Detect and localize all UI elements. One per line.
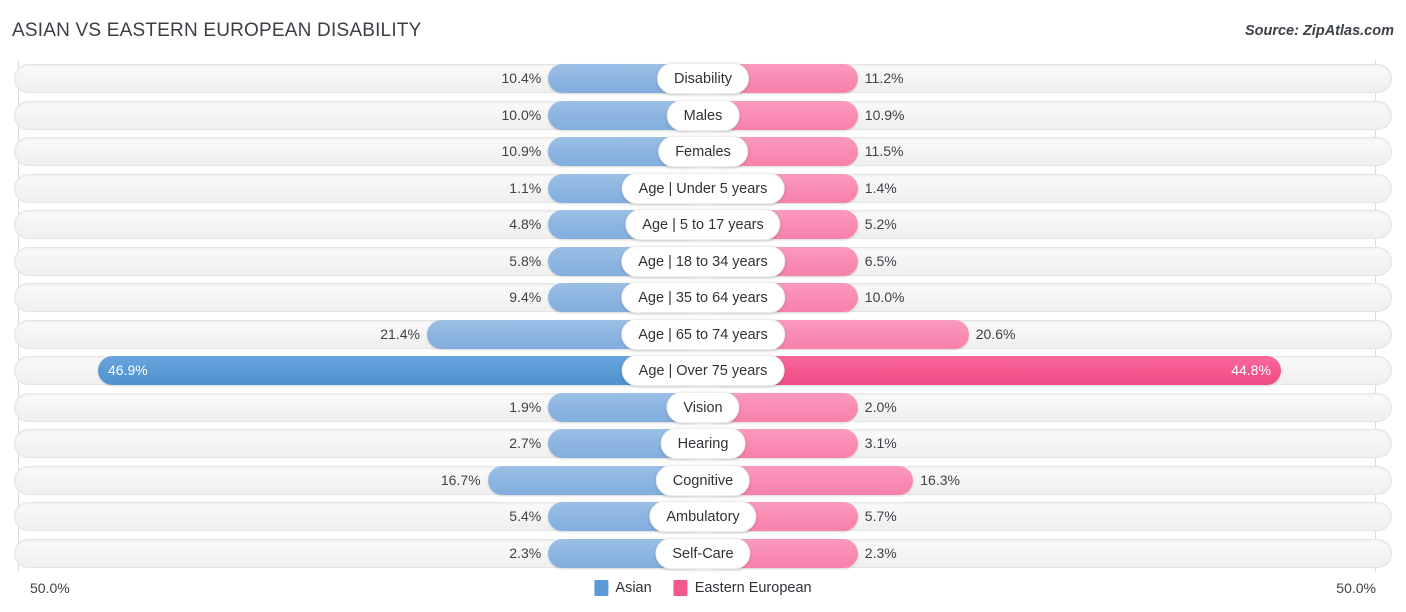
bar-row: 1.1% 1.4% Age | Under 5 years <box>0 170 1406 207</box>
source-attribution: Source: ZipAtlas.com <box>1244 23 1394 39</box>
bar-asian[interactable] <box>98 356 703 385</box>
bar-row: 2.3% 2.3% Self-Care <box>0 535 1406 572</box>
category-label-pill: Vision <box>666 391 740 423</box>
bar-row-plot: 10.0% 10.9% Males <box>58 99 1348 131</box>
bar-row-plot: 1.1% 1.4% Age | Under 5 years <box>58 172 1348 204</box>
legend-label: Eastern European <box>694 580 812 596</box>
bar-value-asian: 1.9% <box>509 398 542 415</box>
axis-label-left: 50.0% <box>30 580 70 596</box>
category-label-pill: Age | Over 75 years <box>621 355 785 386</box>
bar-value-asian: 5.8% <box>509 252 542 269</box>
category-label-pill: Age | 18 to 34 years <box>621 245 785 277</box>
axis-label-right: 50.0% <box>1336 580 1376 596</box>
bar-value-asian: 5.4% <box>509 508 542 524</box>
category-label-pill: Females <box>658 136 748 167</box>
bar-value-eastern-european: 2.0% <box>864 398 897 415</box>
category-label-pill: Cognitive <box>655 464 751 496</box>
bar-value-eastern-european: 3.1% <box>864 435 897 451</box>
category-label-pill: Self-Care <box>655 537 751 569</box>
bar-row: 1.9% 2.0% Vision <box>0 389 1406 426</box>
bar-row: 2.7% 3.1% Hearing <box>0 425 1406 462</box>
category-label-pill: Age | Under 5 years <box>621 172 785 204</box>
bar-row: 21.4% 20.6% Age | 65 to 74 years <box>0 316 1406 353</box>
bar-value-eastern-european: 1.4% <box>864 179 897 196</box>
bar-row: 5.4% 5.7% Ambulatory <box>0 498 1406 535</box>
bar-row-plot: 21.4% 20.6% Age | 65 to 74 years <box>58 318 1348 350</box>
category-label-pill: Males <box>666 99 740 131</box>
bar-value-eastern-european: 11.5% <box>864 143 904 159</box>
bar-value-asian: 10.9% <box>501 143 542 159</box>
chart-footer: 50.0% Asian Eastern European 50.0% <box>0 572 1406 612</box>
legend-item[interactable]: Eastern European <box>673 580 812 596</box>
bar-row: 9.4% 10.0% Age | 35 to 64 years <box>0 279 1406 316</box>
bar-value-eastern-european: 10.0% <box>864 289 905 305</box>
bar-row: 10.4% 11.2% Disability <box>0 60 1406 97</box>
bar-value-asian: 2.3% <box>509 544 542 561</box>
category-label-pill: Ambulatory <box>649 501 757 532</box>
bar-value-asian: 1.1% <box>509 179 542 196</box>
bar-row-plot: 5.8% 6.5% Age | 18 to 34 years <box>58 245 1348 277</box>
bar-value-asian: 21.4% <box>380 325 420 342</box>
bar-row-plot: 2.3% 2.3% Self-Care <box>58 537 1348 569</box>
category-label-pill: Age | 5 to 17 years <box>625 209 781 240</box>
category-label-pill: Disability <box>656 63 750 94</box>
bar-rows-container: 10.4% 11.2% Disability 10.0% 10.9% Males 10.9%… <box>0 60 1406 571</box>
bar-value-asian: 2.7% <box>509 435 542 451</box>
bar-row-plot: 46.9% 44.8% Age | Over 75 years <box>58 355 1348 386</box>
bar-row-plot: 10.9% 11.5% Females <box>58 136 1348 167</box>
bar-value-eastern-european: 11.2% <box>864 70 904 86</box>
bar-row-plot: 1.9% 2.0% Vision <box>58 391 1348 423</box>
bar-value-asian: 46.9% <box>107 362 148 378</box>
category-label-pill: Age | 35 to 64 years <box>621 282 785 313</box>
bar-row-plot: 10.4% 11.2% Disability <box>58 63 1348 94</box>
chart-page: ASIAN VS EASTERN EUROPEAN DISABILITY Sou… <box>0 0 1406 612</box>
legend-swatch-icon <box>673 580 688 596</box>
bar-eastern-european[interactable] <box>703 356 1281 385</box>
bar-row-plot: 2.7% 3.1% Hearing <box>58 428 1348 459</box>
bar-value-eastern-european: 2.3% <box>864 544 897 561</box>
category-label-pill: Hearing <box>660 428 746 459</box>
bar-row-plot: 5.4% 5.7% Ambulatory <box>58 501 1348 532</box>
bar-row: 10.9% 11.5% Females <box>0 133 1406 170</box>
page-title: ASIAN VS EASTERN EUROPEAN DISABILITY <box>12 20 422 41</box>
bar-value-asian: 9.4% <box>509 289 542 305</box>
bar-row: 46.9% 44.8% Age | Over 75 years <box>0 352 1406 389</box>
chart-legend: Asian Eastern European <box>594 580 812 596</box>
bar-row: 5.8% 6.5% Age | 18 to 34 years <box>0 243 1406 280</box>
bar-value-asian: 10.0% <box>501 106 542 123</box>
bar-value-eastern-european: 44.8% <box>1231 362 1271 378</box>
bar-value-eastern-european: 10.9% <box>864 106 905 123</box>
bar-value-eastern-european: 5.2% <box>864 216 897 232</box>
chart-plot-area: 10.4% 11.2% Disability 10.0% 10.9% Males 10.9%… <box>0 60 1406 572</box>
bar-row-plot: 9.4% 10.0% Age | 35 to 64 years <box>58 282 1348 313</box>
legend-item[interactable]: Asian <box>594 580 652 596</box>
legend-swatch-icon <box>594 580 609 596</box>
bar-row: 16.7% 16.3% Cognitive <box>0 462 1406 499</box>
bar-value-asian: 16.7% <box>440 471 481 488</box>
bar-row-plot: 16.7% 16.3% Cognitive <box>58 464 1348 496</box>
bar-row: 4.8% 5.2% Age | 5 to 17 years <box>0 206 1406 243</box>
bar-value-asian: 10.4% <box>501 70 542 86</box>
bar-value-eastern-european: 16.3% <box>920 471 960 488</box>
bar-value-asian: 4.8% <box>509 216 542 232</box>
bar-value-eastern-european: 20.6% <box>975 325 1016 342</box>
bar-row: 10.0% 10.9% Males <box>0 97 1406 134</box>
legend-label: Asian <box>615 580 652 596</box>
bar-value-eastern-european: 6.5% <box>864 252 897 269</box>
bar-value-eastern-european: 5.7% <box>864 508 897 524</box>
category-label-pill: Age | 65 to 74 years <box>621 318 785 350</box>
bar-row-plot: 4.8% 5.2% Age | 5 to 17 years <box>58 209 1348 240</box>
chart-header: ASIAN VS EASTERN EUROPEAN DISABILITY Sou… <box>0 0 1406 60</box>
